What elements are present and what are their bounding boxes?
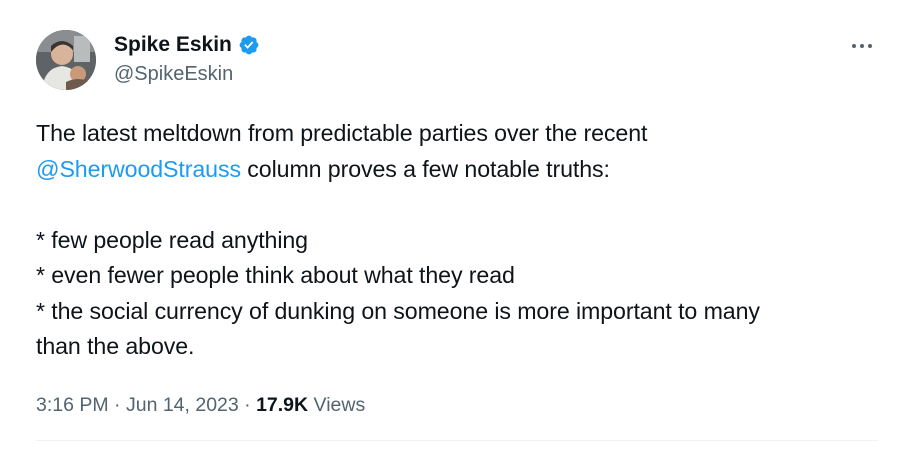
more-options-icon[interactable] [846,36,878,56]
tweet-line-2-rest: column proves a few notable truths: [240,155,610,182]
bullet-1: * few people read anything [36,226,308,253]
tweet-line-2: @SherwoodStrauss column proves a few not… [36,152,876,188]
views-label: Views [308,394,366,416]
bullet-2: * even fewer people think about what the… [36,262,515,288]
tweet-text: The latest meltdown from predictable par… [36,116,876,365]
divider [36,440,878,441]
views-count[interactable]: 17.9K [256,394,308,416]
verified-badge-icon[interactable] [238,34,260,56]
bullet-3-line-2: than the above. [36,333,195,359]
avatar-photo [36,30,96,90]
timestamp-date[interactable]: Jun 14, 2023 [126,394,239,416]
dot [860,44,864,48]
author-display-name[interactable]: Spike Eskin [114,32,232,58]
author-name-row: Spike Eskin [114,32,260,58]
meta-separator: · [108,394,126,416]
timestamp-time[interactable]: 3:16 PM [36,394,109,416]
tweet-card: Spike Eskin @SpikeEskin The latest meltd… [0,0,898,466]
meta-separator: · [238,394,257,416]
dot [868,44,872,48]
tweet-metadata: 3:16 PM · Jun 14, 2023 · 17.9K Views [36,392,365,418]
avatar[interactable] [36,30,96,90]
bullet-3-line-1: * the social currency of dunking on some… [36,297,760,324]
tweet-line-1: The latest meltdown from predictable par… [36,120,648,146]
author-handle[interactable]: @SpikeEskin [114,62,233,86]
dot [852,44,856,48]
mention-link[interactable]: @SherwoodStrauss [36,156,241,182]
